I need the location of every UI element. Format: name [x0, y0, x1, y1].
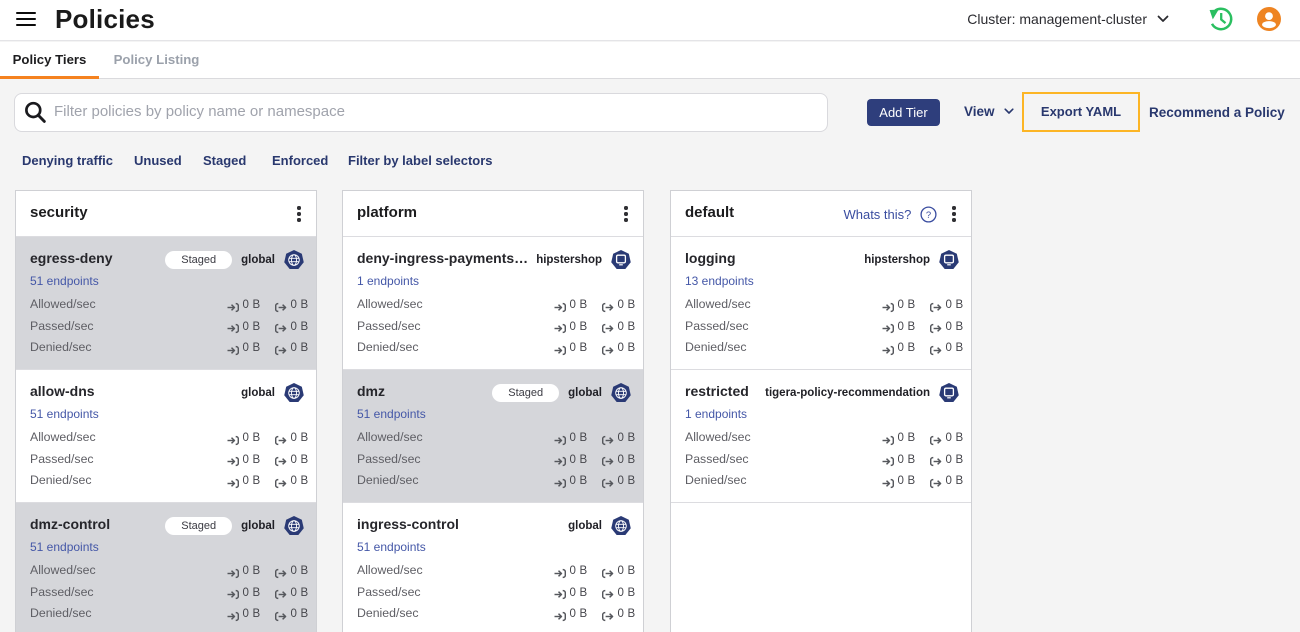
svg-text:?: ?	[926, 210, 931, 221]
